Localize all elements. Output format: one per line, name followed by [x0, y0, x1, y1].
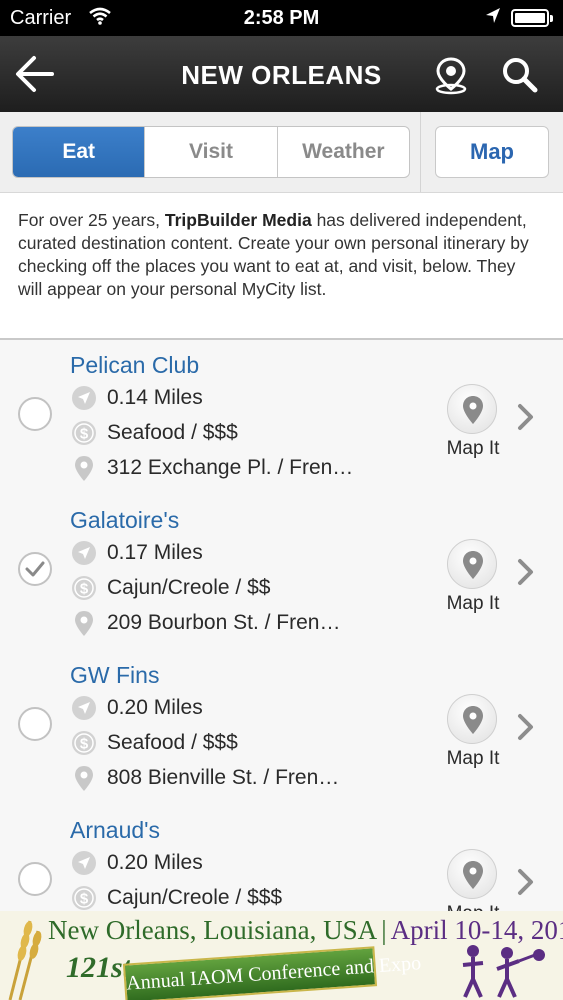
- intro-text: For over 25 years, TripBuilder Media has…: [18, 209, 543, 301]
- address-row: 808 Bienville St. / Fren…: [70, 763, 339, 793]
- chevron-right-icon[interactable]: [515, 402, 537, 432]
- map-it-pin-icon[interactable]: [447, 539, 497, 589]
- location-arrow-icon: [484, 6, 502, 32]
- address-text: 312 Exchange Pl. / Fren…: [107, 456, 354, 479]
- divider: [420, 112, 421, 192]
- map-it-pin-icon[interactable]: [447, 694, 497, 744]
- checkmark-icon: [25, 561, 45, 577]
- segment-bar: Eat Visit Weather Map: [0, 112, 563, 193]
- banner-separator: |: [381, 915, 387, 945]
- checkbox[interactable]: [18, 707, 52, 741]
- navigation-icon: [72, 851, 96, 875]
- distance-row: 0.14 Miles: [70, 383, 203, 413]
- locate-me-icon[interactable]: [432, 55, 470, 95]
- svg-text:$: $: [80, 581, 89, 598]
- chevron-right-icon[interactable]: [515, 712, 537, 742]
- navigation-icon: [72, 386, 96, 410]
- map-it-label[interactable]: Map It: [434, 593, 512, 615]
- list-item[interactable]: Arnaud's 0.20 Miles $ Cajun/Creole / $$$…: [0, 805, 563, 912]
- address-row: 209 Bourbon St. / Fren…: [70, 608, 340, 638]
- banner-event: Annual IAOM Conference and Expo: [122, 946, 422, 1000]
- distance-row: 0.17 Miles: [70, 538, 203, 568]
- distance-text: 0.20 Miles: [107, 851, 203, 874]
- map-it-label[interactable]: Map It: [434, 438, 512, 460]
- distance-text: 0.20 Miles: [107, 696, 203, 719]
- map-button[interactable]: Map: [435, 126, 549, 178]
- banner-ordinal: 121st: [66, 951, 132, 984]
- map-pin-icon: [75, 766, 93, 791]
- battery-icon: [511, 9, 553, 27]
- jazz-band-icon: [462, 945, 545, 998]
- tab-visit[interactable]: Visit: [145, 127, 278, 177]
- distance-row: 0.20 Miles: [70, 848, 203, 878]
- category-row: $ Cajun/Creole / $$: [70, 573, 270, 603]
- svg-text:$: $: [80, 426, 89, 443]
- list-item[interactable]: GW Fins 0.20 Miles $ Seafood / $$$ 808 B…: [0, 650, 563, 806]
- restaurant-name[interactable]: GW Fins: [70, 662, 159, 689]
- category-text: Seafood / $$$: [107, 731, 238, 754]
- map-pin-icon: [75, 456, 93, 481]
- restaurant-list: Pelican Club 0.14 Miles $ Seafood / $$$ …: [0, 340, 563, 912]
- list-item[interactable]: Pelican Club 0.14 Miles $ Seafood / $$$ …: [0, 340, 563, 496]
- address-text: 209 Bourbon St. / Fren…: [107, 611, 341, 634]
- chevron-right-icon[interactable]: [515, 557, 537, 587]
- category-text: Cajun/Creole / $$: [107, 576, 271, 599]
- restaurant-name[interactable]: Galatoire's: [70, 507, 179, 534]
- intro-before: For over 25 years,: [18, 210, 165, 230]
- navigation-icon: [72, 541, 96, 565]
- checkbox-checked[interactable]: [18, 552, 52, 586]
- distance-text: 0.14 Miles: [107, 386, 203, 409]
- tab-weather[interactable]: Weather: [278, 127, 409, 177]
- dollar-icon: $: [72, 731, 96, 755]
- dollar-icon: $: [72, 576, 96, 600]
- chevron-right-icon[interactable]: [515, 867, 537, 897]
- search-icon[interactable]: [500, 55, 540, 95]
- list-item[interactable]: Galatoire's 0.17 Miles $ Cajun/Creole / …: [0, 495, 563, 651]
- category-row: $ Cajun/Creole / $$$: [70, 883, 282, 912]
- tab-eat[interactable]: Eat: [13, 127, 146, 177]
- address-text: 808 Bienville St. / Fren…: [107, 766, 340, 789]
- category-text: Seafood / $$$: [107, 421, 238, 444]
- page-title: NEW ORLEANS: [181, 60, 382, 90]
- status-bar: Carrier 2:58 PM: [0, 0, 563, 36]
- category-segmented-control: Eat Visit Weather: [12, 126, 410, 178]
- dollar-icon: $: [72, 421, 96, 445]
- svg-text:$: $: [80, 891, 89, 908]
- map-pin-icon: [75, 611, 93, 636]
- intro-brand: TripBuilder Media: [164, 210, 312, 230]
- category-text: Cajun/Creole / $$$: [107, 886, 283, 909]
- category-row: $ Seafood / $$$: [70, 728, 238, 758]
- restaurant-name[interactable]: Arnaud's: [70, 817, 160, 844]
- category-row: $ Seafood / $$$: [70, 418, 238, 448]
- checkbox[interactable]: [18, 397, 52, 431]
- dollar-icon: $: [72, 886, 96, 910]
- banner-location: New Orleans, Louisiana, USA: [48, 915, 378, 945]
- conference-banner-ad[interactable]: New Orleans, Louisiana, USA | April 10-14,…: [0, 911, 563, 1000]
- distance-row: 0.20 Miles: [70, 693, 203, 723]
- nav-bar: NEW ORLEANS: [0, 36, 563, 112]
- map-it-pin-icon[interactable]: [447, 849, 497, 899]
- map-it-label[interactable]: Map It: [434, 748, 512, 770]
- navigation-icon: [72, 696, 96, 720]
- restaurant-name[interactable]: Pelican Club: [70, 352, 199, 379]
- checkbox[interactable]: [18, 862, 52, 896]
- address-row: 312 Exchange Pl. / Fren…: [70, 453, 353, 483]
- clock: 2:58 PM: [243, 7, 320, 29]
- svg-text:$: $: [80, 736, 89, 753]
- map-it-pin-icon[interactable]: [447, 384, 497, 434]
- distance-text: 0.17 Miles: [107, 541, 203, 564]
